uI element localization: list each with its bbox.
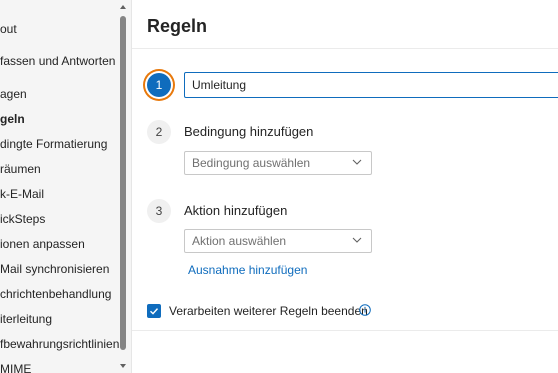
sidebar-item-junk-email[interactable]: k-E-Mail bbox=[0, 186, 122, 202]
condition-dropdown[interactable]: Bedingung auswählen bbox=[184, 151, 372, 175]
stop-processing-checkbox[interactable] bbox=[147, 304, 161, 318]
scrollbar-thumb[interactable] bbox=[120, 16, 126, 350]
sidebar-item-message-handling[interactable]: chrichtenbehandlung bbox=[0, 286, 122, 302]
sidebar-item-conditional-formatting[interactable]: dingte Formatierung bbox=[0, 136, 122, 152]
scroll-up-arrow-icon[interactable] bbox=[120, 5, 126, 9]
settings-sidebar: out fassen und Antworten agen geln dingt… bbox=[0, 0, 131, 373]
sidebar-scrollbar[interactable] bbox=[119, 0, 127, 373]
sidebar-item-quicksteps[interactable]: ickSteps bbox=[0, 211, 122, 227]
sidebar-item-compose-reply[interactable]: fassen und Antworten bbox=[0, 53, 122, 69]
sidebar-item-smime[interactable]: MIME bbox=[0, 361, 122, 373]
step-3-badge: 3 bbox=[147, 199, 171, 223]
sidebar-item-forwarding[interactable]: iterleitung bbox=[0, 311, 122, 327]
sidebar-item-layout[interactable]: out bbox=[0, 21, 122, 37]
page-title: Regeln bbox=[147, 16, 208, 36]
sidebar-item-sync-email[interactable]: Mail synchronisieren bbox=[0, 261, 122, 277]
header-divider bbox=[132, 48, 558, 49]
sidebar-item-rules[interactable]: geln bbox=[0, 111, 122, 127]
add-condition-heading: Bedingung hinzufügen bbox=[184, 124, 314, 139]
footer-divider bbox=[132, 330, 558, 331]
rule-name-input[interactable] bbox=[184, 72, 558, 98]
add-exception-link[interactable]: Ausnahme hinzufügen bbox=[188, 263, 307, 277]
sidebar-item-sweep[interactable]: räumen bbox=[0, 161, 122, 177]
chevron-down-icon bbox=[352, 237, 362, 243]
action-dropdown[interactable]: Aktion auswählen bbox=[184, 229, 372, 253]
action-dropdown-placeholder: Aktion auswählen bbox=[192, 234, 287, 248]
sidebar-item-attachments[interactable]: agen bbox=[0, 86, 122, 102]
add-action-heading: Aktion hinzufügen bbox=[184, 203, 288, 218]
info-icon[interactable] bbox=[359, 304, 371, 316]
condition-dropdown-placeholder: Bedingung auswählen bbox=[192, 156, 311, 170]
step-1-badge: 1 bbox=[147, 73, 171, 97]
sidebar-item-customize-actions[interactable]: ionen anpassen bbox=[0, 236, 122, 252]
chevron-down-icon bbox=[352, 159, 362, 165]
checkmark-icon bbox=[150, 308, 159, 315]
stop-processing-label[interactable]: Verarbeiten weiterer Regeln beenden bbox=[169, 304, 368, 319]
step-2-badge: 2 bbox=[147, 120, 171, 144]
sidebar-divider bbox=[131, 0, 132, 373]
scroll-down-arrow-icon[interactable] bbox=[120, 364, 126, 368]
sidebar-item-retention-policies[interactable]: fbewahrungsrichtlinien bbox=[0, 336, 122, 352]
